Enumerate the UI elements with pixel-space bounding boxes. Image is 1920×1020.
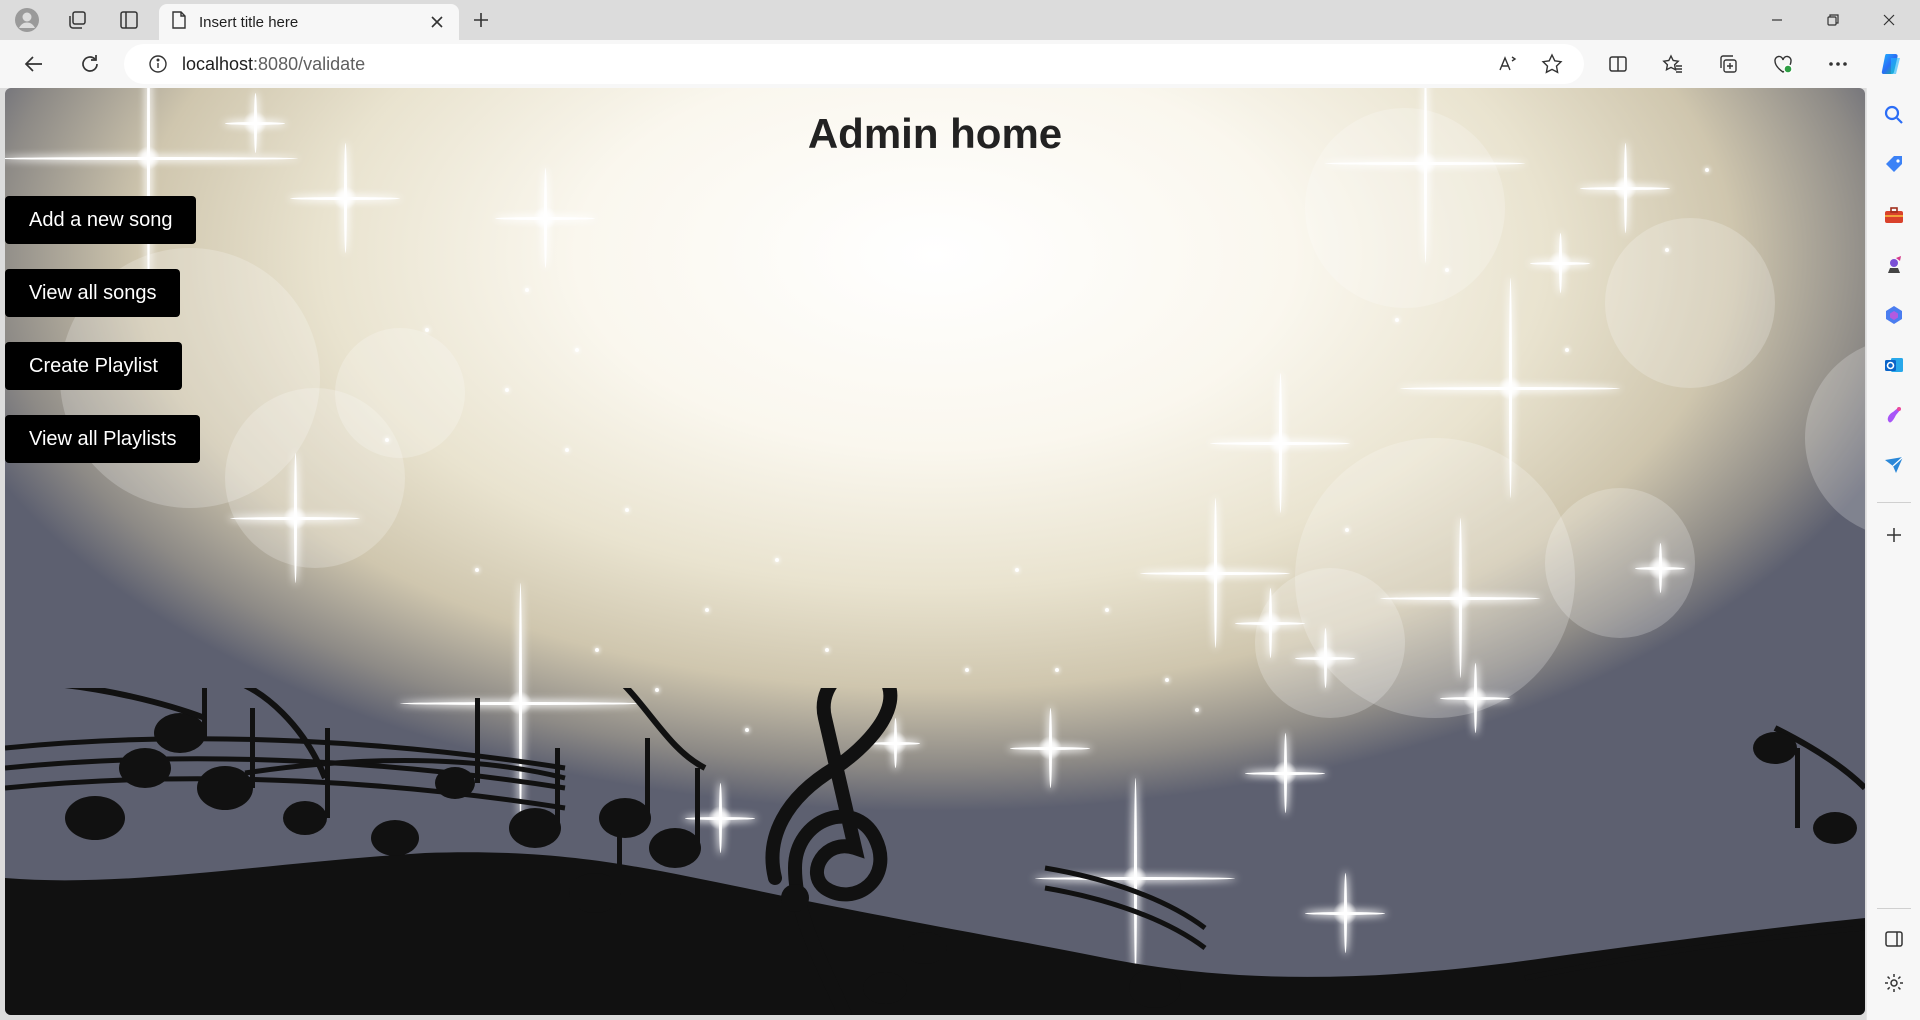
settings-icon[interactable] — [1875, 964, 1913, 1002]
tab-strip: Insert title here — [0, 0, 1920, 40]
info-icon[interactable] — [138, 44, 178, 84]
tab-actions-icon[interactable] — [112, 5, 146, 35]
minimize-icon[interactable] — [1750, 0, 1804, 40]
designer-icon[interactable] — [1875, 396, 1913, 434]
browser-toolbar: localhost:8080/validate — [0, 40, 1920, 88]
sidebar-divider — [1877, 502, 1911, 503]
sidebar-divider — [1877, 908, 1911, 909]
collections-icon[interactable] — [1710, 46, 1746, 82]
restore-icon[interactable] — [1806, 0, 1860, 40]
browser-essentials-icon[interactable] — [1765, 46, 1801, 82]
active-tab[interactable]: Insert title here — [159, 4, 459, 40]
more-icon[interactable] — [1820, 46, 1856, 82]
url-host: localhost — [182, 53, 254, 74]
refresh-icon[interactable] — [72, 46, 108, 82]
tab-title: Insert title here — [199, 13, 299, 31]
workspaces-icon[interactable] — [60, 5, 94, 35]
split-screen-icon[interactable] — [1600, 46, 1636, 82]
add-icon[interactable] — [1875, 516, 1913, 554]
close-window-icon[interactable] — [1862, 0, 1916, 40]
tools-icon[interactable] — [1875, 196, 1913, 234]
back-icon[interactable] — [16, 46, 52, 82]
games-icon[interactable] — [1875, 246, 1913, 284]
music-notes-silhouette — [5, 688, 1865, 1015]
add-song-button[interactable]: Add a new song — [5, 196, 197, 244]
send-icon[interactable] — [1875, 446, 1913, 484]
outlook-icon[interactable] — [1875, 346, 1913, 384]
edge-sidebar — [1866, 88, 1920, 1020]
favorite-star-icon[interactable] — [1534, 46, 1570, 82]
new-tab-icon[interactable] — [466, 5, 496, 35]
url-path: :8080/validate — [253, 53, 366, 74]
url-text[interactable]: localhost:8080/validate — [182, 54, 365, 75]
admin-actions: Add a new song View all songs Create Pla… — [5, 196, 201, 488]
view-songs-button[interactable]: View all songs — [5, 269, 181, 317]
search-icon[interactable] — [1875, 96, 1913, 134]
create-playlist-button[interactable]: Create Playlist — [5, 342, 182, 390]
favorites-icon[interactable] — [1655, 46, 1691, 82]
hide-sidebar-icon[interactable] — [1875, 920, 1913, 958]
read-aloud-icon[interactable] — [1490, 46, 1526, 82]
close-icon[interactable] — [427, 12, 447, 32]
page-title: Admin home — [807, 110, 1063, 157]
page-icon — [171, 10, 187, 34]
page-viewport: Admin home Add a new song View all songs… — [5, 88, 1865, 1015]
microsoft365-icon[interactable] — [1875, 296, 1913, 334]
address-bar[interactable]: localhost:8080/validate — [124, 44, 1584, 84]
copilot-icon[interactable] — [1874, 46, 1910, 82]
view-playlists-button[interactable]: View all Playlists — [5, 415, 201, 463]
profile-icon[interactable] — [10, 5, 44, 35]
shopping-icon[interactable] — [1875, 146, 1913, 184]
